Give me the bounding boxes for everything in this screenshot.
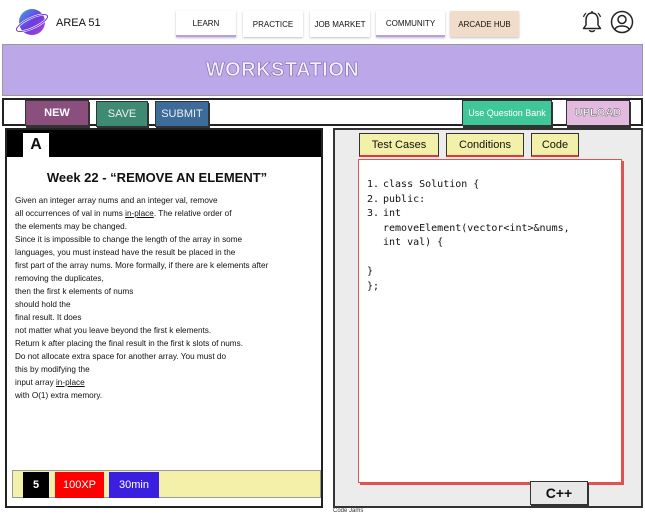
in-place-link[interactable]: in-place	[56, 378, 85, 387]
nav-practice[interactable]: PRACTICE	[243, 11, 303, 37]
code-line: removeElement(vector<int>&nums,	[367, 222, 570, 237]
new-button[interactable]: NEW	[25, 100, 89, 126]
user-profile-icon[interactable]	[610, 10, 634, 34]
description-text: . The relative order of	[153, 209, 232, 218]
description-line: first part of the array nums. More forma…	[15, 261, 269, 270]
code-line: 1. class Solution {	[367, 178, 570, 193]
nav-arcade-hub[interactable]: ARCADE HUB	[450, 11, 519, 37]
code-content[interactable]: 1. class Solution { 2. public: 3. int remov…	[367, 178, 570, 294]
problem-number-badge: 5	[23, 472, 49, 498]
description-line: Do not allocate extra space for another …	[15, 352, 227, 361]
code-editor[interactable]: 1. class Solution { 2. public: 3. int remov…	[358, 159, 622, 483]
description-line: Return k after placing the final result …	[15, 339, 243, 348]
description-text: all occurrences of val in nums	[15, 209, 126, 218]
difficulty-badge: A	[23, 133, 49, 157]
description-line: languages, you must instead have the res…	[15, 248, 236, 257]
description-line: the elements may be changed.	[15, 222, 127, 231]
problem-description: Given an integer array nums and an integ…	[15, 194, 325, 402]
code-line: };	[367, 280, 570, 295]
problem-panel: A Week 22 - “REMOVE AN ELEMENT” Given an…	[5, 128, 323, 508]
planet-logo-icon[interactable]	[14, 6, 50, 38]
save-button[interactable]: SAVE	[96, 101, 148, 127]
description-line: then the first k elements of nums	[15, 287, 134, 296]
description-line: not matter what you leave beyond the fir…	[15, 326, 212, 335]
description-line: final result. It does	[15, 313, 82, 322]
description-text: input array	[15, 378, 56, 387]
code-text: int val) {	[383, 237, 444, 248]
upload-button[interactable]: UPLOAD	[566, 100, 630, 126]
line-number: 2.	[367, 193, 380, 205]
brand-name: AREA 51	[56, 17, 101, 29]
nav-job-market[interactable]: JOB MARKET	[310, 11, 370, 37]
problem-title: Week 22 - “REMOVE AN ELEMENT”	[46, 170, 268, 185]
problem-header: A	[7, 130, 321, 157]
code-text: class Solution {	[383, 179, 480, 190]
code-text: int	[383, 208, 402, 219]
code-line: 2. public:	[367, 193, 570, 208]
tab-test-cases[interactable]: Test Cases	[359, 133, 439, 157]
nav-community[interactable]: COMMUNITY	[376, 11, 445, 37]
language-selector-button[interactable]: C++	[530, 481, 588, 505]
line-number: 1.	[367, 179, 380, 190]
action-toolbar: NEW SAVE SUBMIT Use Question Bank UPLOAD	[2, 98, 643, 127]
description-line: removing the duplicates,	[15, 274, 104, 283]
editor-panel: Test Cases Conditions Code 1. class Solut…	[333, 128, 643, 508]
code-jams-caption: Code Jams	[333, 508, 364, 514]
description-line: this by modifying the	[15, 365, 90, 374]
problem-footer: 5 100XP 30min	[12, 470, 321, 498]
top-nav: AREA 51 LEARN PRACTICE JOB MARKET COMMUN…	[0, 0, 645, 44]
time-badge: 30min	[109, 472, 159, 498]
in-place-link[interactable]: in-place	[125, 209, 154, 218]
use-question-bank-button[interactable]: Use Question Bank	[462, 100, 552, 126]
line-number: 3.	[367, 208, 380, 219]
description-line: input array in-place	[15, 376, 325, 389]
tab-code[interactable]: Code	[531, 133, 579, 157]
submit-button[interactable]: SUBMIT	[155, 101, 209, 127]
description-line: with O(1) extra memory.	[15, 391, 103, 400]
tab-conditions[interactable]: Conditions	[446, 133, 524, 157]
description-line: Given an integer array nums and an integ…	[15, 196, 218, 205]
code-text: removeElement(vector<int>&nums,	[383, 222, 570, 234]
code-line: int val) {	[367, 236, 570, 251]
code-line: }	[367, 265, 570, 280]
code-text: }	[367, 266, 374, 277]
code-line: 3. int	[367, 207, 570, 222]
nav-learn[interactable]: LEARN	[176, 11, 236, 37]
code-text: public:	[383, 193, 426, 205]
xp-badge: 100XP	[55, 472, 104, 498]
bell-icon[interactable]	[581, 10, 603, 34]
description-line: should hold the	[15, 300, 71, 309]
description-line: Since it is impossible to change the len…	[15, 235, 243, 244]
page-title: WORKSTATION	[205, 58, 360, 81]
workstation-banner: WORKSTATION	[2, 44, 643, 96]
description-line: all occurrences of val in nums in-place.…	[15, 207, 325, 220]
code-text: };	[367, 280, 380, 292]
